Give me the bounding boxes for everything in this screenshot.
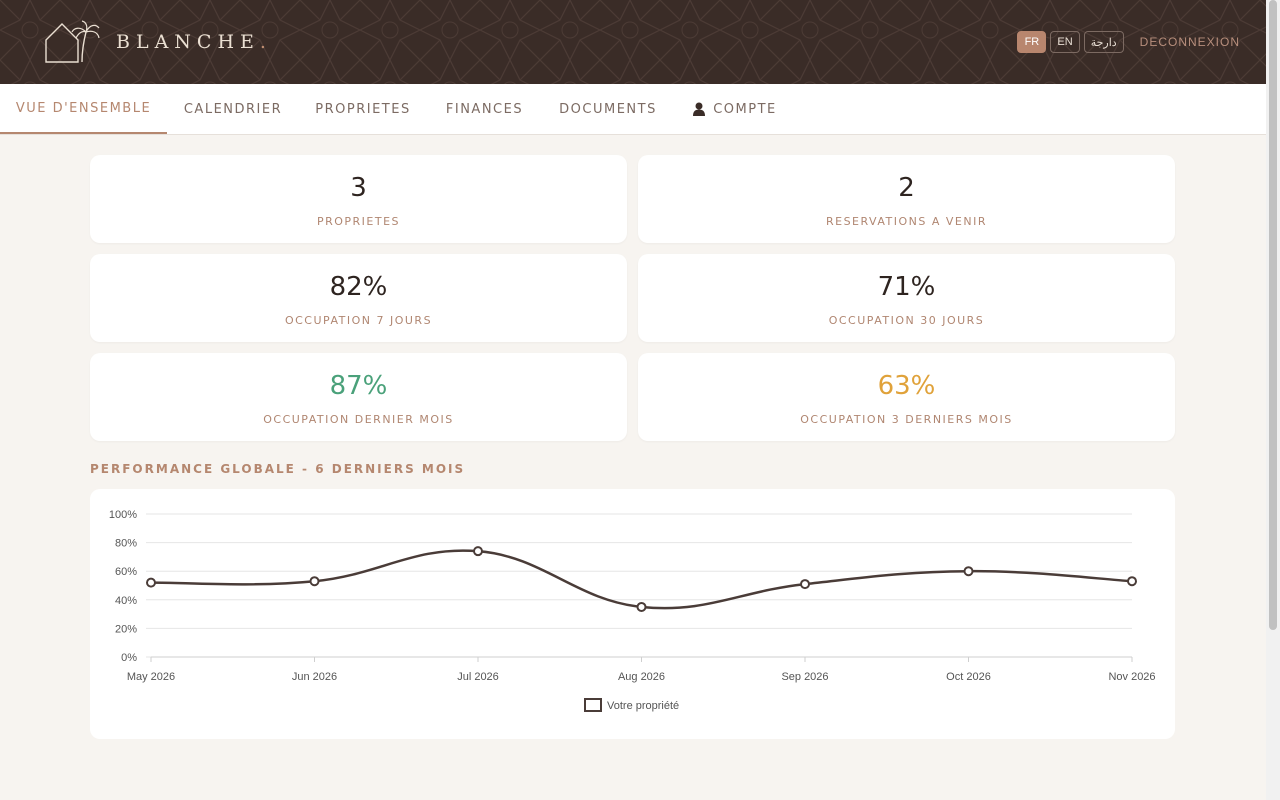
stat-label: OCCUPATION DERNIER MOIS	[263, 413, 454, 426]
x-tick-label: May 2026	[127, 671, 175, 683]
tab-label: VUE D'ENSEMBLE	[15, 100, 152, 116]
legend-label: Votre propriété	[607, 700, 679, 712]
stat-card-occupancy-3-months: 63% OCCUPATION 3 DERNIERS MOIS	[638, 353, 1175, 441]
stat-label: RESERVATIONS A VENIR	[825, 215, 987, 228]
tab-account[interactable]: COMPTE	[674, 84, 796, 134]
tab-label: PROPRIETES	[315, 101, 411, 117]
tab-label: DOCUMENTS	[559, 101, 657, 117]
stat-value: 63%	[877, 371, 936, 401]
main-nav: VUE D'ENSEMBLE CALENDRIER PROPRIETES FIN…	[0, 84, 1266, 135]
stat-value: 82%	[329, 272, 388, 302]
performance-chart: 0% 20% 40% 60% 80% 100% May 2026 Jun 2026 Jul 20…	[109, 509, 1156, 712]
house-palm-icon	[45, 20, 100, 63]
x-tick-label: Jul 2026	[457, 671, 499, 683]
y-tick-label: 60%	[115, 566, 137, 578]
x-tick-label: Nov 2026	[1108, 671, 1155, 683]
header: BLANCHE. FR EN دارجة DECONNEXION	[0, 0, 1266, 84]
tab-calendar[interactable]: CALENDRIER	[167, 84, 299, 134]
brand-name: BLANCHE.	[116, 31, 272, 53]
data-point	[1127, 576, 1137, 587]
stat-value: 2	[898, 173, 915, 203]
header-actions: FR EN دارجة DECONNEXION	[1017, 31, 1240, 53]
x-tick-label: Aug 2026	[618, 671, 665, 683]
lang-fr-button[interactable]: FR	[1017, 31, 1047, 53]
logout-link[interactable]: DECONNEXION	[1140, 35, 1240, 49]
tab-overview[interactable]: VUE D'ENSEMBLE	[0, 84, 167, 134]
lang-en-button[interactable]: EN	[1050, 31, 1080, 53]
stat-label: PROPRIETES	[316, 215, 401, 228]
tab-label: FINANCES	[445, 101, 524, 117]
section-title: PERFORMANCE GLOBALE - 6 DERNIERS MOIS	[90, 462, 466, 476]
y-tick-label: 20%	[115, 623, 137, 635]
tab-label: CALENDRIER	[183, 101, 283, 117]
tab-properties[interactable]: PROPRIETES	[299, 84, 427, 134]
data-point	[636, 601, 647, 612]
stat-card-upcoming-reservations: 2 RESERVATIONS A VENIR	[638, 155, 1175, 243]
stat-label: OCCUPATION 3 DERNIERS MOIS	[800, 413, 1013, 426]
stat-label: OCCUPATION 30 JOURS	[828, 314, 985, 327]
stat-value: 71%	[877, 272, 936, 302]
stat-card-occupancy-last-month: 87% OCCUPATION DERNIER MOIS	[90, 353, 627, 441]
lang-darija-button[interactable]: دارجة	[1083, 31, 1124, 53]
x-tick-label: Oct 2026	[946, 671, 991, 683]
data-point	[963, 566, 974, 577]
user-icon	[693, 102, 706, 116]
stat-card-occupancy-7-days: 82% OCCUPATION 7 JOURS	[90, 254, 627, 342]
data-point	[146, 577, 156, 588]
data-point	[309, 576, 320, 587]
y-tick-label: 80%	[115, 538, 137, 550]
x-tick-label: Jun 2026	[292, 671, 337, 683]
y-tick-label: 100%	[109, 509, 137, 521]
stat-value: 87%	[329, 371, 388, 401]
stat-value: 3	[350, 173, 367, 203]
tab-finances[interactable]: FINANCES	[427, 84, 542, 134]
brand-logo[interactable]: BLANCHE.	[44, 20, 272, 64]
stat-label: OCCUPATION 7 JOURS	[284, 314, 433, 327]
scrollbar[interactable]	[1266, 0, 1280, 800]
data-point	[800, 579, 810, 590]
x-tick-label: Sep 2026	[781, 671, 828, 683]
performance-chart-card: 0% 20% 40% 60% 80% 100% May 2026 Jun 2026 Jul 20…	[90, 489, 1175, 739]
tab-documents[interactable]: DOCUMENTS	[542, 84, 674, 134]
y-tick-label: 40%	[115, 595, 137, 607]
y-tick-label: 0%	[121, 652, 137, 664]
stat-card-properties: 3 PROPRIETES	[90, 155, 627, 243]
stat-card-occupancy-30-days: 71% OCCUPATION 30 JOURS	[638, 254, 1175, 342]
legend-swatch	[584, 698, 602, 712]
data-point	[473, 546, 483, 557]
tab-label: COMPTE	[713, 101, 777, 117]
scrollbar-thumb[interactable]	[1269, 0, 1277, 630]
